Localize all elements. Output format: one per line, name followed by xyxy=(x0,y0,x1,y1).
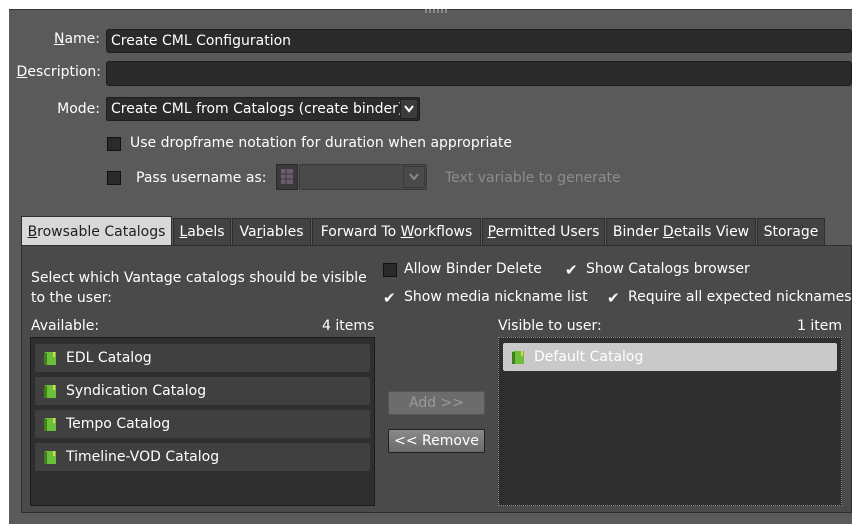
list-item[interactable]: Syndication Catalog xyxy=(35,377,370,405)
catalog-book-icon xyxy=(44,451,56,464)
variable-grid-icon xyxy=(276,164,298,190)
tab-browsable-catalogs[interactable]: Browsable Catalogs xyxy=(21,216,172,246)
dropframe-checkbox[interactable] xyxy=(107,137,121,151)
browsable-catalogs-panel: Select which Vantage catalogs should be … xyxy=(21,245,852,513)
mode-select-value: Create CML from Catalogs (create binder) xyxy=(111,101,404,117)
visible-count: 1 item xyxy=(797,318,842,334)
catalog-book-icon xyxy=(512,351,524,364)
description-field[interactable] xyxy=(106,61,852,86)
pass-username-label: Pass username as: xyxy=(136,170,267,186)
instructions-text: Select which Vantage catalogs should be … xyxy=(31,270,367,306)
checkmark-icon[interactable]: ✔ xyxy=(565,263,579,278)
allow-binder-delete-checkbox[interactable] xyxy=(383,263,397,277)
visible-list[interactable]: Default Catalog xyxy=(498,337,842,506)
available-count: 4 items xyxy=(322,318,375,334)
available-list[interactable]: EDL Catalog Syndication Catalog Tempo Ca… xyxy=(30,337,375,506)
list-item[interactable]: Timeline-VOD Catalog xyxy=(35,443,370,471)
mode-select[interactable]: Create CML from Catalogs (create binder) xyxy=(106,97,420,121)
require-nicknames-label: Require all expected nicknames xyxy=(628,289,852,305)
resize-grip[interactable] xyxy=(425,9,447,13)
name-field[interactable]: Create CML Configuration xyxy=(106,29,852,53)
description-label: Description: xyxy=(16,64,101,80)
catalog-name: Timeline-VOD Catalog xyxy=(66,449,220,465)
text-variable-select[interactable] xyxy=(299,164,427,190)
chevron-down-icon[interactable] xyxy=(403,166,425,188)
visible-label: Visible to user: xyxy=(498,318,602,334)
checkmark-icon[interactable]: ✔ xyxy=(607,291,621,306)
add-button[interactable]: Add >> xyxy=(388,391,485,415)
catalog-name: Default Catalog xyxy=(534,349,644,365)
allow-binder-delete-label: Allow Binder Delete xyxy=(404,261,542,277)
catalog-name: Tempo Catalog xyxy=(66,416,171,432)
available-label: Available: xyxy=(31,318,100,334)
tab-permitted-users[interactable]: Permitted Users xyxy=(482,218,605,245)
catalog-name: Syndication Catalog xyxy=(66,383,207,399)
catalog-name: EDL Catalog xyxy=(66,350,152,366)
name-label: Name: xyxy=(53,31,100,47)
checkmark-icon[interactable]: ✔ xyxy=(383,291,397,306)
list-item[interactable]: Tempo Catalog xyxy=(35,410,370,438)
catalog-book-icon xyxy=(44,352,56,365)
chevron-down-icon[interactable] xyxy=(400,99,418,119)
tab-binder-details-view[interactable]: Binder Details View xyxy=(606,218,756,245)
catalog-book-icon xyxy=(44,385,56,398)
tab-labels[interactable]: Labels xyxy=(173,218,231,245)
list-item[interactable]: EDL Catalog xyxy=(35,344,370,372)
list-item[interactable]: Default Catalog xyxy=(503,343,837,371)
tab-storage[interactable]: Storage xyxy=(757,218,825,245)
remove-button[interactable]: << Remove xyxy=(388,429,485,453)
catalog-book-icon xyxy=(44,418,56,431)
tab-variables[interactable]: Variables xyxy=(232,218,311,245)
text-variable-hint: Text variable to generate xyxy=(445,170,621,186)
mode-label: Mode: xyxy=(57,101,100,117)
tab-forward-to-workflows[interactable]: Forward To Workflows xyxy=(312,218,481,245)
dropframe-label: Use dropframe notation for duration when… xyxy=(130,135,513,151)
pass-username-checkbox[interactable] xyxy=(107,171,121,185)
show-catalogs-browser-label: Show Catalogs browser xyxy=(586,261,750,277)
show-media-nickname-label: Show media nickname list xyxy=(404,289,588,305)
